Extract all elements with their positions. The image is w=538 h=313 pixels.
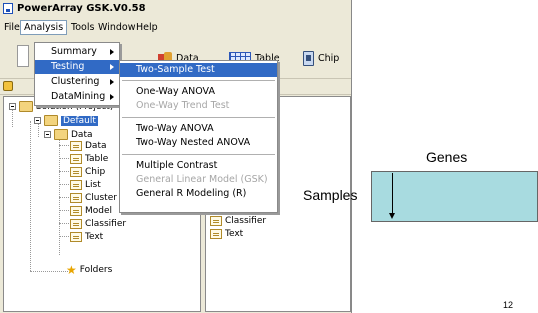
menu-item-two-sample-test[interactable]: Two-Sample Test — [120, 63, 277, 77]
dataset-icon — [210, 216, 222, 226]
chip-icon — [303, 51, 314, 66]
menu-item-two-way-nested-anova[interactable]: Two-Way Nested ANOVA — [120, 136, 277, 150]
toolbar-chip-button[interactable]: Chip — [303, 51, 339, 66]
menu-item-multiple-contrast[interactable]: Multiple Contrast — [120, 159, 277, 173]
app-icon — [3, 3, 13, 14]
menu-separator — [122, 117, 275, 118]
submenu-arrow-icon — [110, 64, 114, 70]
menu-window[interactable]: Window — [98, 22, 135, 33]
menu-item-two-way-anova[interactable]: Two-Way ANOVA — [120, 122, 277, 136]
tree-item-cluster[interactable]: Cluster — [70, 193, 117, 203]
menu-item-general-r-modeling[interactable]: General R Modeling (R) — [120, 187, 277, 201]
menu-separator — [122, 80, 275, 81]
menu-item-one-way-trend-test: One-Way Trend Test — [136, 100, 230, 111]
dataset-icon — [70, 180, 82, 190]
document-icon — [17, 45, 29, 67]
collapse-icon[interactable] — [44, 131, 51, 138]
tree-item-label: Classifier — [85, 219, 127, 229]
tree-item-label: Text — [85, 232, 104, 242]
collapse-icon[interactable] — [34, 117, 41, 124]
list-item-label: Text — [225, 229, 244, 239]
tree-item-table[interactable]: Table — [70, 154, 108, 164]
tree-item-chip[interactable]: Chip — [70, 167, 105, 177]
key-icon[interactable] — [3, 81, 13, 91]
window-title: PowerArray GSK.V0.58 — [17, 3, 146, 14]
tree-item-label: Table — [85, 154, 109, 164]
menu-item-summary[interactable]: Summary — [35, 45, 119, 59]
down-arrow-icon — [389, 173, 395, 219]
data-matrix-box — [371, 171, 538, 222]
tree-item-model[interactable]: Model — [70, 206, 112, 216]
dataset-icon — [70, 232, 82, 242]
list-item-label: Classifier — [225, 216, 267, 226]
tree-node-data[interactable]: Data — [44, 129, 93, 140]
dataset-icon — [70, 193, 82, 203]
menu-item-one-way-anova[interactable]: One-Way ANOVA — [120, 85, 277, 99]
tree-item-list[interactable]: List — [70, 180, 101, 190]
tree-node-folders[interactable]: ★ Folders — [66, 263, 113, 277]
page-number: 12 — [503, 300, 514, 310]
list-item-classifier[interactable]: Classifier — [210, 216, 266, 226]
list-item-text[interactable]: Text — [210, 229, 243, 239]
powerarray-window: PowerArray GSK.V0.58 File Analysis Tools… — [0, 0, 352, 313]
dataset-icon — [210, 229, 222, 239]
tree-data-label: Data — [71, 129, 93, 140]
testing-submenu: Two-Sample Test One-Way ANOVA One-Way Tr… — [119, 60, 278, 213]
tree-default-label: Default — [61, 115, 98, 126]
menu-bar: File Analysis Tools Window Help — [0, 19, 351, 36]
menu-help[interactable]: Help — [136, 22, 158, 33]
dataset-icon — [70, 167, 82, 177]
tree-item-label: Data — [85, 141, 107, 151]
submenu-arrow-icon — [110, 79, 114, 85]
folder-open-icon — [44, 115, 58, 126]
menu-analysis[interactable]: Analysis — [20, 20, 68, 35]
menu-file[interactable]: File — [4, 22, 20, 33]
star-folder-icon: ★ — [66, 263, 77, 277]
menu-item-clustering[interactable]: Clustering — [35, 75, 119, 89]
menu-item-general-linear-model: General Linear Model (GSK) — [136, 174, 268, 185]
collapse-icon[interactable] — [9, 103, 16, 110]
menu-item-datamining[interactable]: DataMining — [35, 90, 119, 104]
tree-item-text[interactable]: Text — [70, 232, 103, 242]
tree-item-label: List — [85, 180, 101, 190]
menu-item-testing[interactable]: Testing — [35, 60, 119, 74]
dataset-icon — [70, 219, 82, 229]
tree-folders-label: Folders — [79, 265, 113, 275]
menu-separator — [122, 154, 275, 155]
samples-label: Samples — [303, 187, 358, 203]
submenu-arrow-icon — [110, 49, 114, 55]
tree-item-label: Chip — [85, 167, 106, 177]
toolbar-chip-label: Chip — [318, 53, 340, 64]
menu-tools[interactable]: Tools — [71, 22, 94, 33]
tree-node-default[interactable]: Default — [34, 115, 98, 126]
title-bar: PowerArray GSK.V0.58 — [0, 0, 351, 18]
folder-icon — [19, 101, 33, 112]
tree-item-label: Cluster — [85, 193, 117, 203]
analysis-menu: Summary Testing Clustering DataMining — [34, 42, 120, 106]
dataset-icon — [70, 154, 82, 164]
genes-label: Genes — [426, 149, 468, 165]
submenu-arrow-icon — [110, 94, 114, 100]
folder-open-icon — [54, 129, 68, 140]
tree-item-classifier[interactable]: Classifier — [70, 219, 126, 229]
dataset-icon — [70, 206, 82, 216]
dataset-icon — [70, 141, 82, 151]
tree-item-data[interactable]: Data — [70, 141, 107, 151]
tree-item-label: Model — [85, 206, 113, 216]
